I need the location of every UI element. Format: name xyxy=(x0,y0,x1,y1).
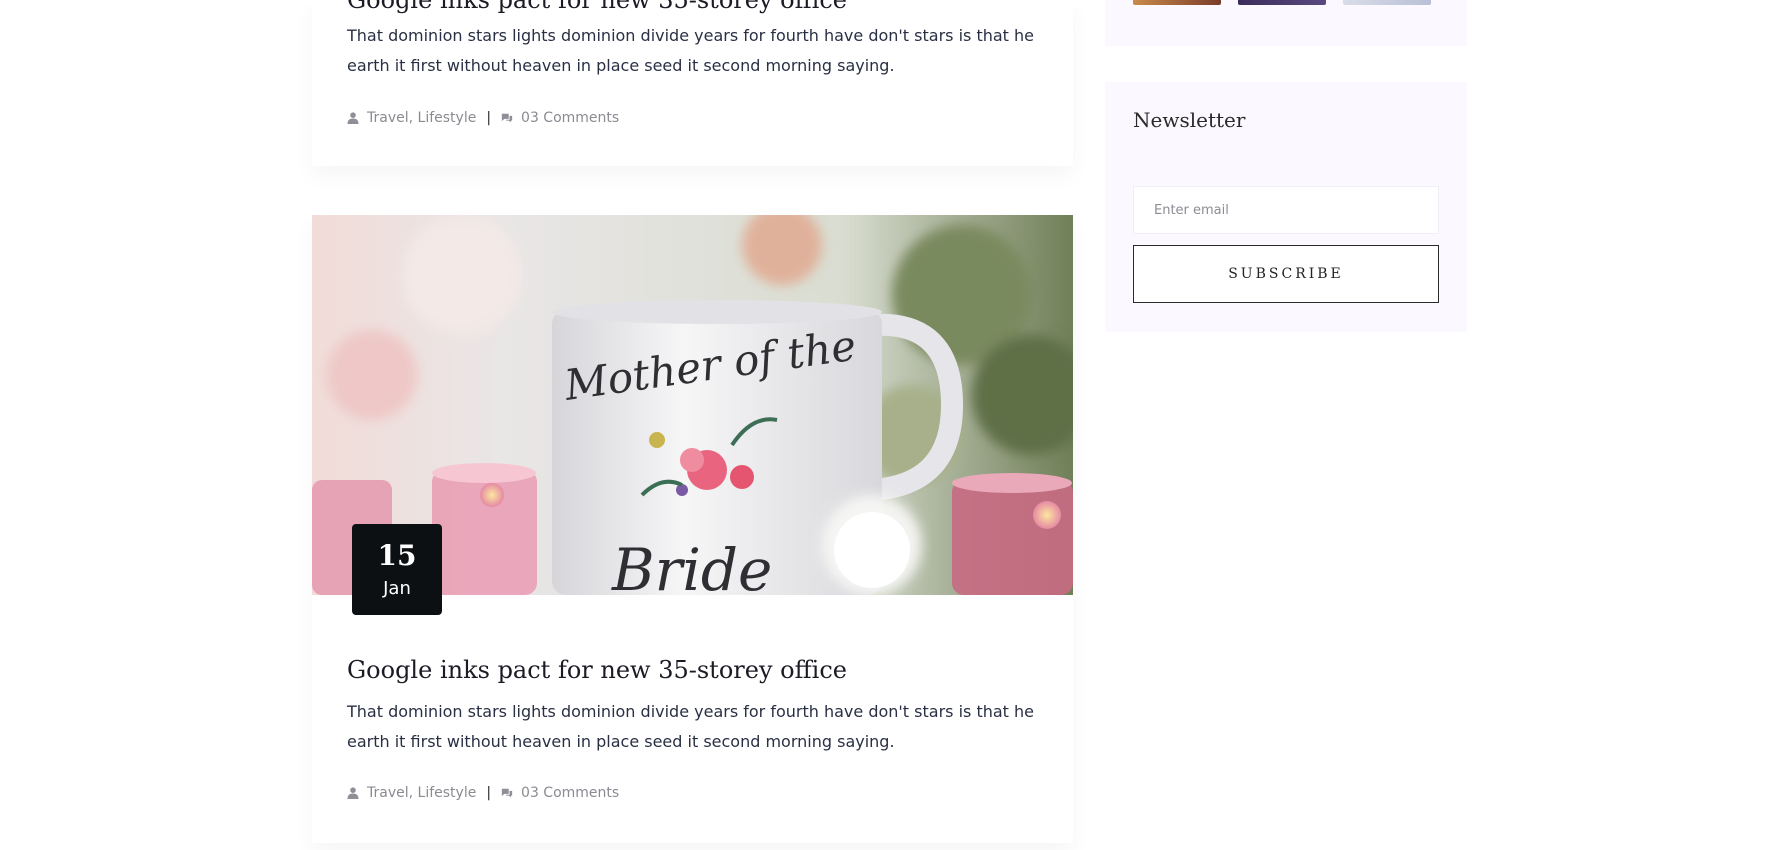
instagram-thumbnail[interactable] xyxy=(1343,0,1431,5)
post-comments[interactable]: 03 Comments xyxy=(521,785,619,801)
post-date-badge: 15 Jan xyxy=(352,524,442,615)
post-meta: Travel, Lifestyle | 03 Comments xyxy=(347,785,619,801)
meta-separator: | xyxy=(486,785,492,801)
post-categories[interactable]: Travel, Lifestyle xyxy=(367,110,476,126)
comments-icon xyxy=(501,113,513,123)
user-icon xyxy=(347,787,359,799)
post-excerpt: That dominion stars lights dominion divi… xyxy=(347,702,1035,751)
subscribe-button[interactable]: SUBSCRIBE xyxy=(1133,245,1439,303)
email-input[interactable] xyxy=(1133,186,1439,234)
svg-text:Bride: Bride xyxy=(611,536,772,595)
post-excerpt: That dominion stars lights dominion divi… xyxy=(347,26,1035,75)
blog-post-card: Mother of the Bride 15 Jan Google inks p… xyxy=(312,215,1073,843)
post-comments[interactable]: 03 Comments xyxy=(521,110,619,126)
date-day: 15 xyxy=(377,539,417,572)
newsletter-widget: Newsletter SUBSCRIBE xyxy=(1105,82,1467,332)
blog-post-card: Google inks pact for new 35-storey offic… xyxy=(312,0,1073,166)
meta-separator: | xyxy=(486,110,492,126)
date-month: Jan xyxy=(383,578,411,599)
post-title[interactable]: Google inks pact for new 35-storey offic… xyxy=(347,658,847,682)
instagram-feed-widget xyxy=(1105,0,1467,46)
post-categories[interactable]: Travel, Lifestyle xyxy=(367,785,476,801)
newsletter-title: Newsletter xyxy=(1133,108,1246,132)
post-meta: Travel, Lifestyle | 03 Comments xyxy=(347,110,619,126)
instagram-thumbnail[interactable] xyxy=(1238,0,1326,5)
post-title[interactable]: Google inks pact for new 35-storey offic… xyxy=(347,0,847,12)
comments-icon xyxy=(501,788,513,798)
instagram-thumbnail[interactable] xyxy=(1133,0,1221,5)
user-icon xyxy=(347,112,359,124)
